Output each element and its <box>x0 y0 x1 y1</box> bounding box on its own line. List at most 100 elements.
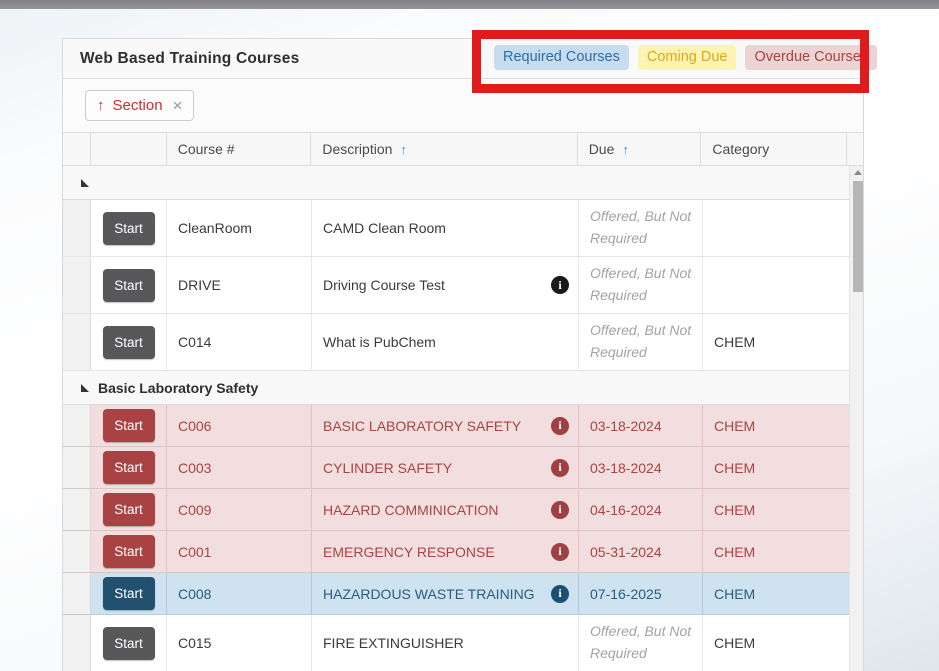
table-row-overdue: Start C003 CYLINDER SAFETY i 03-18-2024 … <box>63 447 849 489</box>
grid-header-row: Course # Description ↑ Due ↑ Category <box>63 133 863 166</box>
browser-top-bar <box>0 0 939 9</box>
overdue-courses-badge: Overdue Courses <box>745 45 877 70</box>
info-icon[interactable]: i <box>551 417 569 435</box>
header-indent-cell <box>63 133 91 165</box>
category-cell <box>703 257 849 313</box>
info-icon[interactable]: i <box>551 276 569 294</box>
course-cell: C015 <box>167 615 312 671</box>
description-cell: CYLINDER SAFETY <box>323 460 452 476</box>
sort-ascending-icon[interactable]: ↑ <box>97 97 105 114</box>
course-cell: C001 <box>167 531 312 572</box>
description-cell: What is PubChem <box>323 334 436 350</box>
start-button[interactable]: Start <box>103 493 155 526</box>
category-cell: CHEM <box>703 531 849 572</box>
description-cell: EMERGENCY RESPONSE <box>323 544 495 560</box>
column-header-description[interactable]: Description ↑ <box>311 133 577 165</box>
course-cell: C008 <box>167 573 312 614</box>
column-label: Due <box>589 141 615 157</box>
section-group-chip[interactable]: ↑ Section × <box>85 90 194 121</box>
start-button[interactable]: Start <box>103 326 155 359</box>
description-cell: FIRE EXTINGUISHER <box>323 635 464 651</box>
column-label: Category <box>712 141 769 157</box>
start-button[interactable]: Start <box>103 409 155 442</box>
indent-cell <box>63 573 91 614</box>
course-cell: C003 <box>167 447 312 488</box>
page-title: Web Based Training Courses <box>63 50 299 68</box>
sort-ascending-icon: ↑ <box>622 142 629 157</box>
training-courses-panel: Web Based Training Courses ↑ Section × C… <box>62 38 864 671</box>
group-filter-bar: ↑ Section × <box>63 79 863 132</box>
column-label: Course # <box>178 141 235 157</box>
header-scrollbar-spacer <box>847 133 863 165</box>
category-cell <box>703 200 849 256</box>
table-row-overdue: Start C006 BASIC LABORATORY SAFETY i 03-… <box>63 405 849 447</box>
start-button[interactable]: Start <box>103 451 155 484</box>
info-icon[interactable]: i <box>551 501 569 519</box>
sort-ascending-icon: ↑ <box>400 142 407 157</box>
description-cell: BASIC LABORATORY SAFETY <box>323 418 521 434</box>
indent-cell <box>63 531 91 572</box>
table-row: Start DRIVE Driving Course Test i Offere… <box>63 257 849 314</box>
table-row-overdue: Start C009 HAZARD COMMINICATION i 04-16-… <box>63 489 849 531</box>
info-icon[interactable]: i <box>551 459 569 477</box>
course-cell: C014 <box>167 314 312 370</box>
start-button[interactable]: Start <box>103 212 155 245</box>
indent-cell <box>63 314 91 370</box>
due-cell: Offered, But Not Required <box>590 621 702 664</box>
indent-cell <box>63 200 91 256</box>
due-cell: 05-31-2024 <box>579 531 703 572</box>
table-row-overdue: Start C001 EMERGENCY RESPONSE i 05-31-20… <box>63 531 849 573</box>
description-cell: CAMD Clean Room <box>323 220 446 236</box>
due-cell: 07-16-2025 <box>579 573 703 614</box>
category-cell: CHEM <box>703 489 849 530</box>
course-cell: C006 <box>167 405 312 446</box>
table-row: Start CleanRoom CAMD Clean Room Offered,… <box>63 200 849 257</box>
group-header-row <box>63 166 849 200</box>
course-cell: C009 <box>167 489 312 530</box>
category-cell: CHEM <box>703 615 849 671</box>
collapse-group-icon[interactable] <box>81 384 89 392</box>
category-cell: CHEM <box>703 314 849 370</box>
due-cell: 04-16-2024 <box>579 489 703 530</box>
courses-grid: Course # Description ↑ Due ↑ Category <box>63 132 863 671</box>
scrollbar-up-arrow-icon[interactable] <box>854 170 862 175</box>
column-header-course[interactable]: Course # <box>167 133 312 165</box>
grid-body: Start CleanRoom CAMD Clean Room Offered,… <box>63 166 849 671</box>
indent-cell <box>63 615 91 671</box>
description-cell: Driving Course Test <box>323 277 445 293</box>
start-button[interactable]: Start <box>103 535 155 568</box>
info-icon[interactable]: i <box>551 543 569 561</box>
column-label: Description <box>322 141 392 157</box>
course-cell: CleanRoom <box>167 200 312 256</box>
table-row: Start C015 FIRE EXTINGUISHER Offered, Bu… <box>63 615 849 671</box>
column-header-category[interactable]: Category <box>701 133 847 165</box>
indent-cell <box>63 447 91 488</box>
column-header-due[interactable]: Due ↑ <box>578 133 702 165</box>
indent-cell <box>63 257 91 313</box>
category-cell: CHEM <box>703 573 849 614</box>
table-row-required: Start C008 HAZARDOUS WASTE TRAINING i 07… <box>63 573 849 615</box>
scrollbar-thumb[interactable] <box>853 181 863 292</box>
collapse-group-icon[interactable] <box>81 179 89 187</box>
category-cell: CHEM <box>703 405 849 446</box>
course-cell: DRIVE <box>167 257 312 313</box>
chip-remove-icon[interactable]: × <box>173 97 183 114</box>
required-courses-badge: Required Courses <box>494 45 629 70</box>
start-button[interactable]: Start <box>103 627 155 660</box>
coming-due-badge: Coming Due <box>638 45 737 70</box>
due-cell: 03-18-2024 <box>579 405 703 446</box>
table-row: Start C014 What is PubChem Offered, But … <box>63 314 849 371</box>
due-cell: 03-18-2024 <box>579 447 703 488</box>
section-chip-label: Section <box>113 97 163 114</box>
indent-cell <box>63 405 91 446</box>
vertical-scrollbar[interactable] <box>849 166 863 671</box>
info-icon[interactable]: i <box>551 585 569 603</box>
status-legend: Required Courses Coming Due Overdue Cour… <box>494 45 877 70</box>
due-cell: Offered, But Not Required <box>590 263 702 306</box>
group-header-row: Basic Laboratory Safety <box>63 371 849 405</box>
header-action-cell <box>91 133 167 165</box>
description-cell: HAZARD COMMINICATION <box>323 502 499 518</box>
description-cell: HAZARDOUS WASTE TRAINING <box>323 586 535 602</box>
start-button[interactable]: Start <box>103 269 155 302</box>
start-button[interactable]: Start <box>103 577 155 610</box>
